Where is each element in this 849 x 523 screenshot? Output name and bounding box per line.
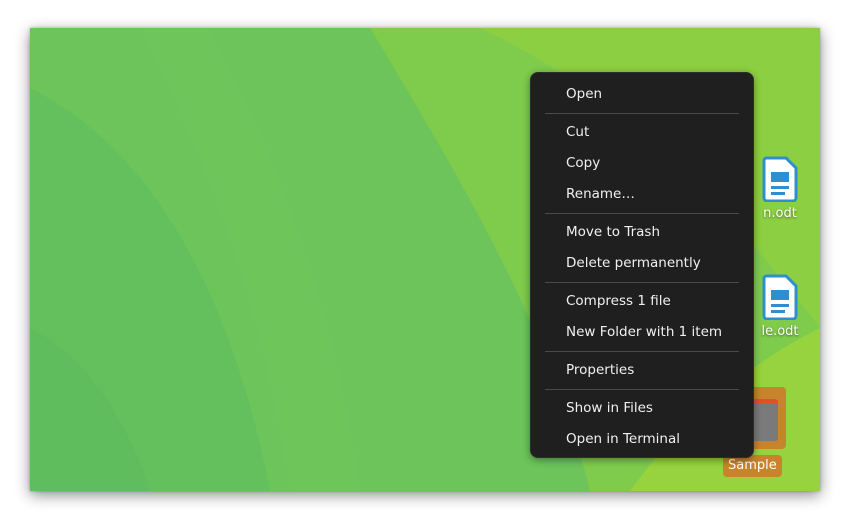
document-icon [762,274,798,321]
menu-item-new-folder[interactable]: New Folder with 1 item [531,317,753,348]
document-icon [762,156,798,203]
file-label: n.odt [763,206,797,221]
menu-separator [545,113,739,114]
menu-separator [545,389,739,390]
file-label: le.odt [761,324,799,339]
menu-item-open-in-terminal[interactable]: Open in Terminal [531,424,753,455]
menu-separator [545,351,739,352]
folder-label: Sample [723,455,782,477]
menu-item-delete-permanently[interactable]: Delete permanently [531,248,753,279]
menu-item-move-to-trash[interactable]: Move to Trash [531,217,753,248]
menu-item-rename[interactable]: Rename… [531,179,753,210]
menu-item-open[interactable]: Open [531,79,753,110]
menu-item-properties[interactable]: Properties [531,355,753,386]
context-menu: Open Cut Copy Rename… Move to Trash Dele… [530,72,754,458]
menu-separator [545,213,739,214]
menu-item-compress[interactable]: Compress 1 file [531,286,753,317]
menu-item-copy[interactable]: Copy [531,148,753,179]
menu-item-show-in-files[interactable]: Show in Files [531,393,753,424]
menu-separator [545,282,739,283]
menu-item-cut[interactable]: Cut [531,117,753,148]
